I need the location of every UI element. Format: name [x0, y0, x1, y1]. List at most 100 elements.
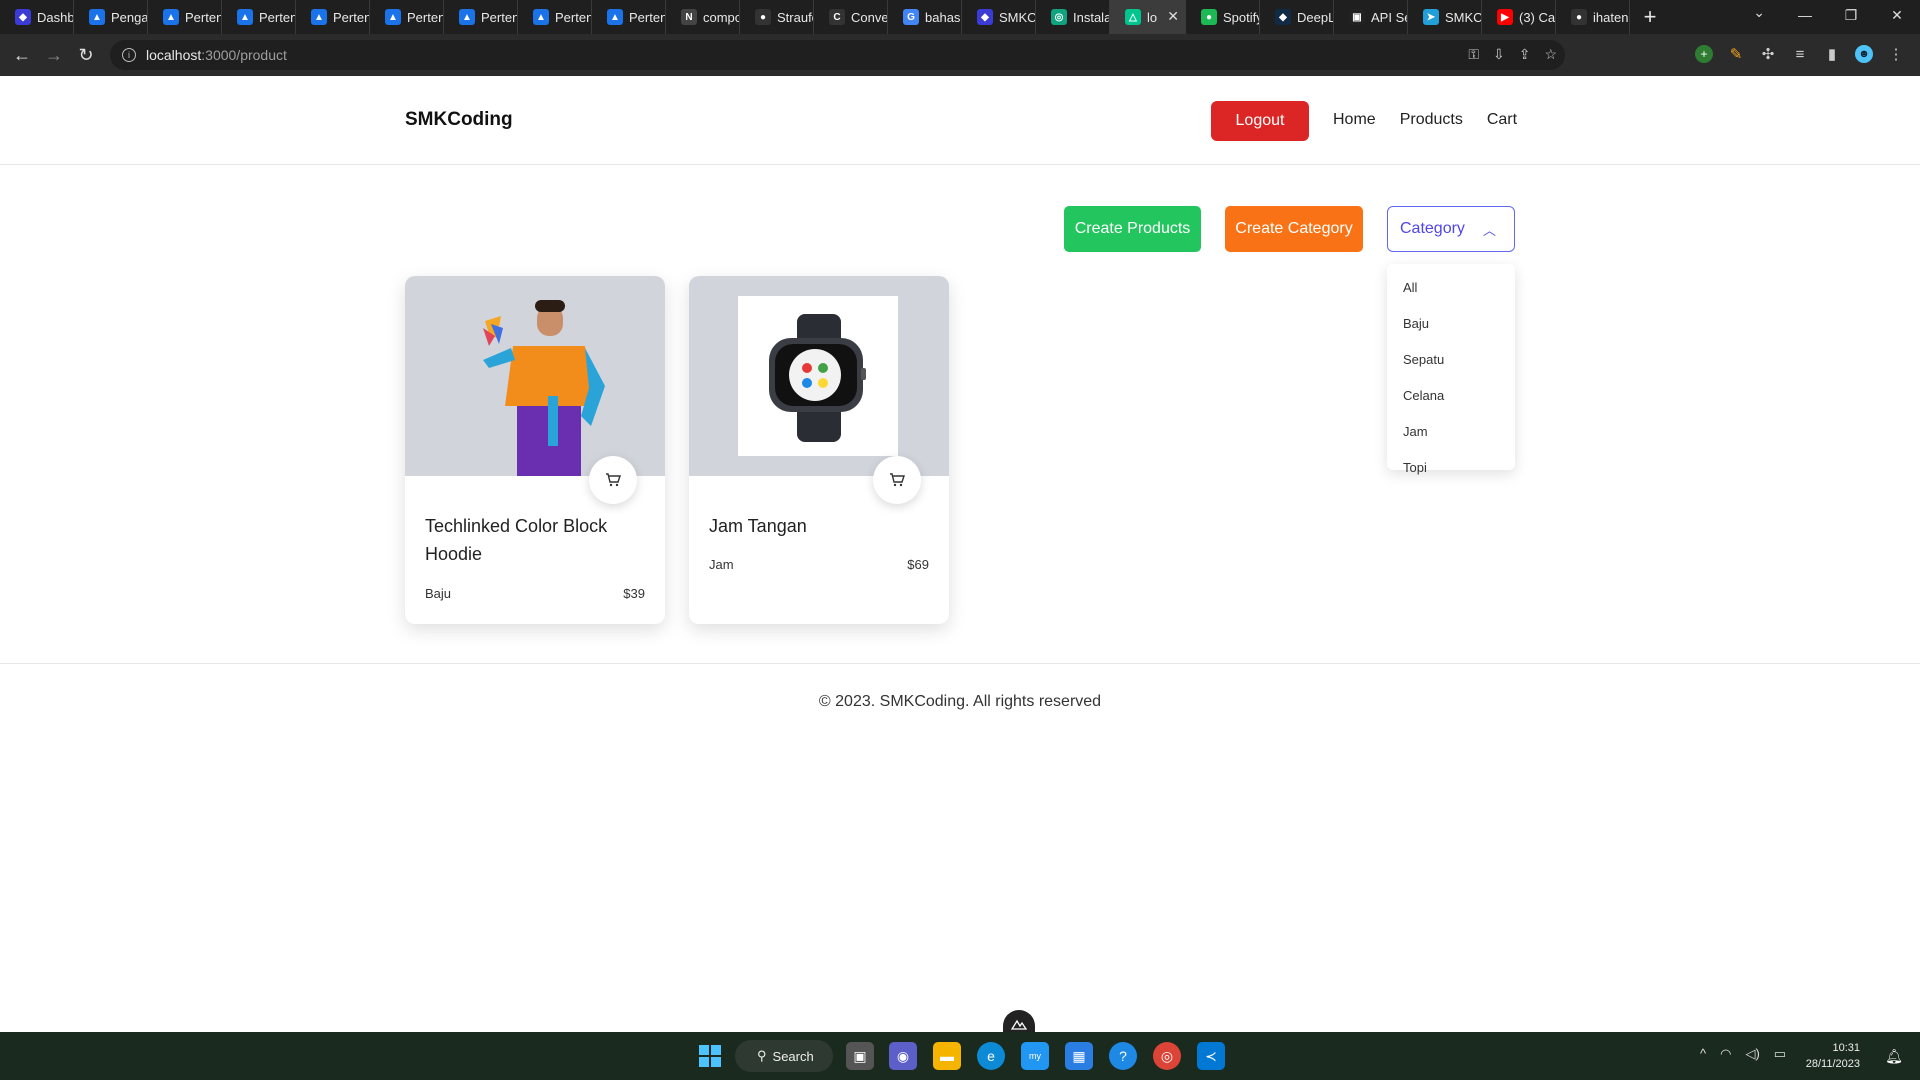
reload-icon[interactable]: ↻	[70, 45, 102, 66]
product-image	[689, 276, 949, 476]
browser-tab[interactable]: ▲ Perten	[296, 0, 370, 34]
add-to-cart-button[interactable]	[589, 456, 637, 504]
browser-tab[interactable]: ▲ Perten	[222, 0, 296, 34]
nav-products-link[interactable]: Products	[1400, 111, 1463, 129]
browser-tab[interactable]: ● Straufe	[740, 0, 814, 34]
tab-title: Perten	[555, 9, 591, 25]
add-to-cart-button[interactable]	[873, 456, 921, 504]
footer-copyright: © 2023. SMKCoding. All rights reserved	[818, 693, 1102, 710]
close-window-icon[interactable]: ✕	[1874, 0, 1920, 34]
product-meta: Jam $69	[709, 557, 929, 572]
tab-title: (3) Car	[1519, 9, 1555, 25]
browser-tab[interactable]: C Conve	[814, 0, 888, 34]
browser-tab[interactable]: Ncompc	[666, 0, 740, 34]
mysql-workbench-icon[interactable]: my	[1021, 1042, 1049, 1070]
browser-tab[interactable]: ▶ (3) Car	[1482, 0, 1556, 34]
web-page: SMKCoding Logout Home Products Cart Crea…	[0, 76, 1920, 1038]
volume-icon[interactable]: ◁)	[1745, 1046, 1759, 1062]
profile-avatar-icon[interactable]: ☻	[1855, 45, 1873, 63]
tab-title: Instala	[1073, 9, 1109, 25]
browser-tab[interactable]: △ lo ✕	[1110, 0, 1186, 34]
chrome-icon[interactable]: ◎	[1153, 1042, 1181, 1070]
browser-tab[interactable]: ● Spotify	[1186, 0, 1260, 34]
file-explorer-icon[interactable]: ▬	[933, 1042, 961, 1070]
taskbar-search-label: Search	[772, 1048, 814, 1064]
browser-tab[interactable]: ▲ Perten	[518, 0, 592, 34]
media-control-icon[interactable]: ≡	[1791, 45, 1809, 63]
tab-favicon-icon: ◆	[1275, 9, 1291, 25]
browser-tab[interactable]: ◆ SMKCo	[962, 0, 1036, 34]
address-bar[interactable]: i localhost:3000/product ⚿ ⇩ ⇪ ☆	[110, 40, 1565, 70]
tab-favicon-icon: G	[903, 9, 919, 25]
extensions-puzzle-icon[interactable]: ✣	[1759, 45, 1777, 63]
category-select[interactable]: Category ︿	[1387, 206, 1515, 252]
category-option-all[interactable]: All	[1387, 270, 1515, 306]
browser-tab[interactable]: ◆ DeepL	[1260, 0, 1334, 34]
clock[interactable]: 10:31 28/11/2023	[1806, 1040, 1860, 1072]
nav-cart-link[interactable]: Cart	[1487, 111, 1517, 129]
category-option-jam[interactable]: Jam	[1387, 414, 1515, 450]
extension-plus-icon[interactable]: +	[1695, 45, 1713, 63]
browser-tab[interactable]: ▣ API Se	[1334, 0, 1408, 34]
nav-home-link[interactable]: Home	[1333, 111, 1376, 129]
side-panel-icon[interactable]: ▮	[1823, 45, 1841, 63]
browser-tab[interactable]: Gbahas	[888, 0, 962, 34]
browser-tab[interactable]: ▲ Perten	[148, 0, 222, 34]
help-app-icon[interactable]: ?	[1109, 1042, 1137, 1070]
tab-favicon-icon: ◎	[1051, 9, 1067, 25]
tab-favicon-icon: ◆	[977, 9, 993, 25]
tab-search-icon[interactable]: ⌄	[1753, 4, 1765, 21]
create-category-button[interactable]: Create Category	[1225, 206, 1363, 252]
key-icon[interactable]: ⚿	[1468, 46, 1479, 63]
battery-icon[interactable]: ▭	[1774, 1046, 1786, 1062]
tab-favicon-icon: ▲	[459, 9, 475, 25]
browser-tab[interactable]: ▲ Penga	[74, 0, 148, 34]
tab-title: SMKCo	[999, 9, 1035, 25]
browser-tab[interactable]: ▲ Perten	[592, 0, 666, 34]
new-tab-button[interactable]: +	[1630, 4, 1670, 30]
start-menu-icon[interactable]	[696, 1042, 724, 1070]
browser-menu-icon[interactable]: ⋮	[1887, 45, 1905, 63]
category-option-baju[interactable]: Baju	[1387, 306, 1515, 342]
browser-tab[interactable]: ◎ Instala	[1036, 0, 1110, 34]
minimize-icon[interactable]: —	[1782, 0, 1828, 34]
bookmark-star-icon[interactable]: ☆	[1544, 46, 1557, 63]
taskbar-search[interactable]: ⚲ Search	[735, 1040, 833, 1072]
share-icon[interactable]: ⇪	[1519, 46, 1531, 63]
site-brand[interactable]: SMKCoding	[405, 109, 513, 131]
restore-icon[interactable]: ❐	[1828, 0, 1874, 34]
close-tab-icon[interactable]: ✕	[1167, 8, 1179, 25]
vscode-icon[interactable]: ≺	[1197, 1042, 1225, 1070]
install-icon[interactable]: ⇩	[1493, 46, 1505, 63]
browser-tab[interactable]: ▲ Perten	[370, 0, 444, 34]
category-option-topi[interactable]: Topi	[1387, 450, 1515, 486]
category-option-sepatu[interactable]: Sepatu	[1387, 342, 1515, 378]
notification-bell-icon[interactable]: 🔔︎	[1880, 1042, 1908, 1070]
main-nav: Home Products Cart	[1333, 111, 1517, 129]
product-title[interactable]: Jam Tangan	[709, 512, 929, 540]
tab-favicon-icon: ▲	[89, 9, 105, 25]
browser-tab[interactable]: ➤ SMKCo	[1408, 0, 1482, 34]
tab-title: Perten	[629, 9, 665, 25]
browser-tab[interactable]: ▲ Perten	[444, 0, 518, 34]
back-icon[interactable]: ←	[6, 45, 38, 66]
task-view-icon[interactable]: ▣	[846, 1042, 874, 1070]
site-info-icon[interactable]: i	[122, 48, 136, 62]
wifi-icon[interactable]: ◠	[1720, 1046, 1731, 1062]
edge-browser-icon[interactable]: e	[977, 1042, 1005, 1070]
tab-favicon-icon: ▲	[163, 9, 179, 25]
product-card[interactable]: Techlinked Color Block Hoodie Baju $39	[405, 276, 665, 624]
microsoft-store-icon[interactable]: ▦	[1065, 1042, 1093, 1070]
browser-tab[interactable]: ◆ Dashb	[0, 0, 74, 34]
chevron-up-tray-icon[interactable]: ^	[1700, 1046, 1706, 1062]
forward-icon[interactable]: →	[38, 45, 70, 66]
product-card[interactable]: Jam Tangan Jam $69	[689, 276, 949, 624]
clock-time: 10:31	[1832, 1042, 1860, 1054]
browser-tab[interactable]: ● ihaten	[1556, 0, 1630, 34]
product-title[interactable]: Techlinked Color Block Hoodie	[425, 512, 645, 568]
teams-chat-icon[interactable]: ◉	[889, 1042, 917, 1070]
logout-button[interactable]: Logout	[1211, 101, 1309, 141]
category-option-celana[interactable]: Celana	[1387, 378, 1515, 414]
create-products-button[interactable]: Create Products	[1064, 206, 1201, 252]
extension-pen-icon[interactable]: ✎	[1727, 45, 1745, 63]
